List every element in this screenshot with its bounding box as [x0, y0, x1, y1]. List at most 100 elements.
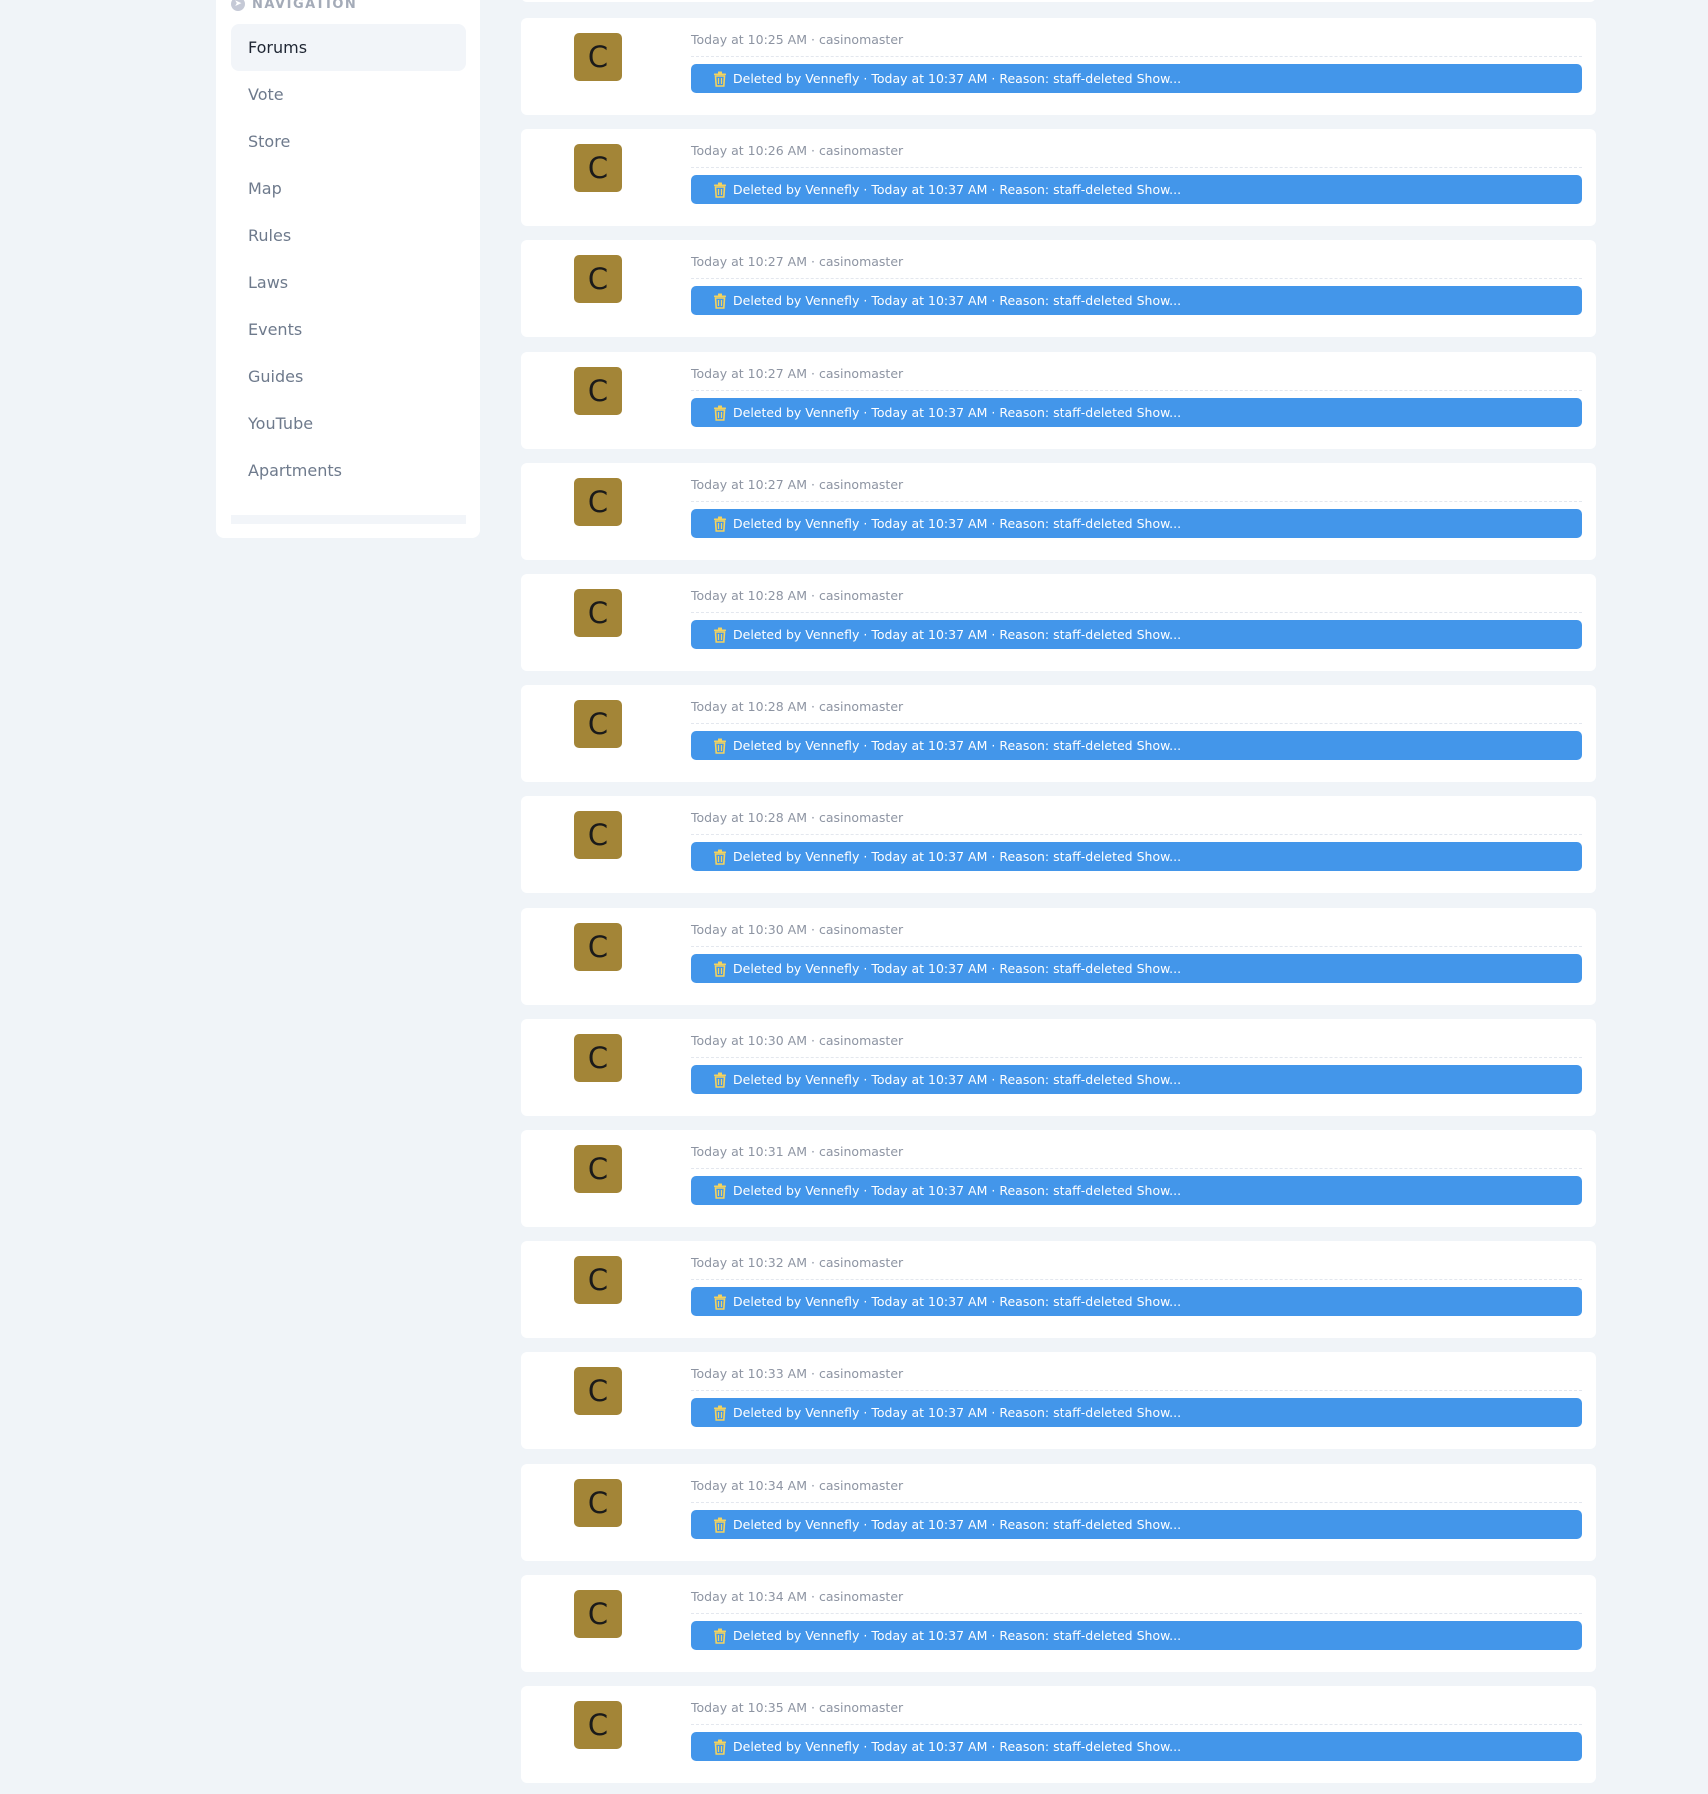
avatar[interactable]: C [574, 1367, 622, 1415]
post-author[interactable]: casinomaster [819, 32, 903, 47]
deleted-notice-bar[interactable]: Deleted by Vennefly · Today at 10:37 AM · Re… [691, 1621, 1582, 1650]
deleted-notice-bar[interactable]: Deleted by Vennefly · Today at 10:37 AM · Re… [691, 398, 1582, 427]
post-time[interactable]: Today at 10:31 AM [691, 1144, 807, 1159]
avatar[interactable]: C [574, 1590, 622, 1638]
post-time[interactable]: Today at 10:30 AM [691, 922, 807, 937]
post-author[interactable]: casinomaster [819, 1366, 903, 1381]
show-link[interactable]: Show... [1137, 627, 1182, 642]
post-time[interactable]: Today at 10:27 AM [691, 254, 807, 269]
avatar[interactable]: C [574, 255, 622, 303]
deleted-moderator[interactable]: Vennefly [805, 1183, 859, 1198]
deleted-notice-bar[interactable]: Deleted by Vennefly · Today at 10:37 AM · Re… [691, 1065, 1582, 1094]
sidebar-item-rules[interactable]: Rules [231, 212, 466, 259]
deleted-moderator[interactable]: Vennefly [805, 738, 859, 753]
avatar[interactable]: C [574, 478, 622, 526]
show-link[interactable]: Show... [1137, 849, 1182, 864]
avatar[interactable]: C [574, 144, 622, 192]
avatar[interactable]: C [574, 367, 622, 415]
post-time[interactable]: Today at 10:33 AM [691, 1366, 807, 1381]
sidebar-item-store[interactable]: Store [231, 118, 466, 165]
post-time[interactable]: Today at 10:32 AM [691, 1255, 807, 1270]
post-time[interactable]: Today at 10:27 AM [691, 477, 807, 492]
sidebar-item-apartments[interactable]: Apartments [231, 447, 466, 494]
deleted-notice-bar[interactable]: Deleted by Vennefly · Today at 10:37 AM · Re… [691, 1176, 1582, 1205]
deleted-moderator[interactable]: Vennefly [805, 1628, 859, 1643]
post-time[interactable]: Today at 10:35 AM [691, 1700, 807, 1715]
sidebar-item-map[interactable]: Map [231, 165, 466, 212]
deleted-moderator[interactable]: Vennefly [805, 405, 859, 420]
deleted-notice-bar[interactable]: Deleted by Vennefly · Today at 10:37 AM · Re… [691, 954, 1582, 983]
post-time[interactable]: Today at 10:28 AM [691, 810, 807, 825]
post-author[interactable]: casinomaster [819, 477, 903, 492]
show-link[interactable]: Show... [1137, 1405, 1182, 1420]
avatar[interactable]: C [574, 1256, 622, 1304]
show-link[interactable]: Show... [1137, 1517, 1182, 1532]
post-author[interactable]: casinomaster [819, 1144, 903, 1159]
deleted-moderator[interactable]: Vennefly [805, 961, 859, 976]
deleted-moderator[interactable]: Vennefly [805, 1294, 859, 1309]
show-link[interactable]: Show... [1137, 1294, 1182, 1309]
sidebar-item-events[interactable]: Events [231, 306, 466, 353]
show-link[interactable]: Show... [1137, 516, 1182, 531]
avatar[interactable]: C [574, 700, 622, 748]
deleted-notice-bar[interactable]: Deleted by Vennefly · Today at 10:37 AM · Re… [691, 1398, 1582, 1427]
post-author[interactable]: casinomaster [819, 254, 903, 269]
post-time[interactable]: Today at 10:30 AM [691, 1033, 807, 1048]
deleted-notice-bar[interactable]: Deleted by Vennefly · Today at 10:37 AM · Re… [691, 842, 1582, 871]
show-link[interactable]: Show... [1137, 1628, 1182, 1643]
sidebar-item-vote[interactable]: Vote [231, 71, 466, 118]
show-link[interactable]: Show... [1137, 1072, 1182, 1087]
deleted-notice-bar[interactable]: Deleted by Vennefly · Today at 10:37 AM · Re… [691, 731, 1582, 760]
post-author[interactable]: casinomaster [819, 588, 903, 603]
post-time[interactable]: Today at 10:34 AM [691, 1589, 807, 1604]
post-time[interactable]: Today at 10:25 AM [691, 32, 807, 47]
sidebar-item-youtube[interactable]: YouTube [231, 400, 466, 447]
deleted-moderator[interactable]: Vennefly [805, 293, 859, 308]
show-link[interactable]: Show... [1137, 405, 1182, 420]
deleted-moderator[interactable]: Vennefly [805, 1405, 859, 1420]
deleted-moderator[interactable]: Vennefly [805, 71, 859, 86]
avatar[interactable]: C [574, 923, 622, 971]
show-link[interactable]: Show... [1137, 1739, 1182, 1754]
deleted-notice-bar[interactable]: Deleted by Vennefly · Today at 10:37 AM · Re… [691, 509, 1582, 538]
deleted-moderator[interactable]: Vennefly [805, 1517, 859, 1532]
avatar[interactable]: C [574, 1479, 622, 1527]
post-author[interactable]: casinomaster [819, 699, 903, 714]
post-author[interactable]: casinomaster [819, 810, 903, 825]
avatar[interactable]: C [574, 1034, 622, 1082]
deleted-notice-bar[interactable]: Deleted by Vennefly · Today at 10:37 AM · Re… [691, 1732, 1582, 1761]
show-link[interactable]: Show... [1137, 71, 1182, 86]
show-link[interactable]: Show... [1137, 182, 1182, 197]
post-author[interactable]: casinomaster [819, 922, 903, 937]
post-author[interactable]: casinomaster [819, 1255, 903, 1270]
sidebar-item-laws[interactable]: Laws [231, 259, 466, 306]
avatar[interactable]: C [574, 1701, 622, 1749]
deleted-moderator[interactable]: Vennefly [805, 182, 859, 197]
deleted-notice-bar[interactable]: Deleted by Vennefly · Today at 10:37 AM · Re… [691, 64, 1582, 93]
post-author[interactable]: casinomaster [819, 1700, 903, 1715]
deleted-moderator[interactable]: Vennefly [805, 627, 859, 642]
post-time[interactable]: Today at 10:26 AM [691, 143, 807, 158]
post-author[interactable]: casinomaster [819, 1033, 903, 1048]
post-author[interactable]: casinomaster [819, 1589, 903, 1604]
show-link[interactable]: Show... [1137, 961, 1182, 976]
post-author[interactable]: casinomaster [819, 1478, 903, 1493]
deleted-notice-bar[interactable]: Deleted by Vennefly · Today at 10:37 AM · Re… [691, 286, 1582, 315]
avatar[interactable]: C [574, 1145, 622, 1193]
post-author[interactable]: casinomaster [819, 366, 903, 381]
deleted-moderator[interactable]: Vennefly [805, 1072, 859, 1087]
deleted-notice-bar[interactable]: Deleted by Vennefly · Today at 10:37 AM · Re… [691, 1287, 1582, 1316]
sidebar-item-guides[interactable]: Guides [231, 353, 466, 400]
deleted-moderator[interactable]: Vennefly [805, 516, 859, 531]
deleted-notice-bar[interactable]: Deleted by Vennefly · Today at 10:37 AM · Re… [691, 620, 1582, 649]
deleted-moderator[interactable]: Vennefly [805, 1739, 859, 1754]
avatar[interactable]: C [574, 589, 622, 637]
avatar[interactable]: C [574, 811, 622, 859]
show-link[interactable]: Show... [1137, 293, 1182, 308]
post-time[interactable]: Today at 10:27 AM [691, 366, 807, 381]
post-time[interactable]: Today at 10:34 AM [691, 1478, 807, 1493]
post-time[interactable]: Today at 10:28 AM [691, 588, 807, 603]
post-author[interactable]: casinomaster [819, 143, 903, 158]
post-time[interactable]: Today at 10:28 AM [691, 699, 807, 714]
sidebar-item-forums[interactable]: Forums [231, 24, 466, 71]
